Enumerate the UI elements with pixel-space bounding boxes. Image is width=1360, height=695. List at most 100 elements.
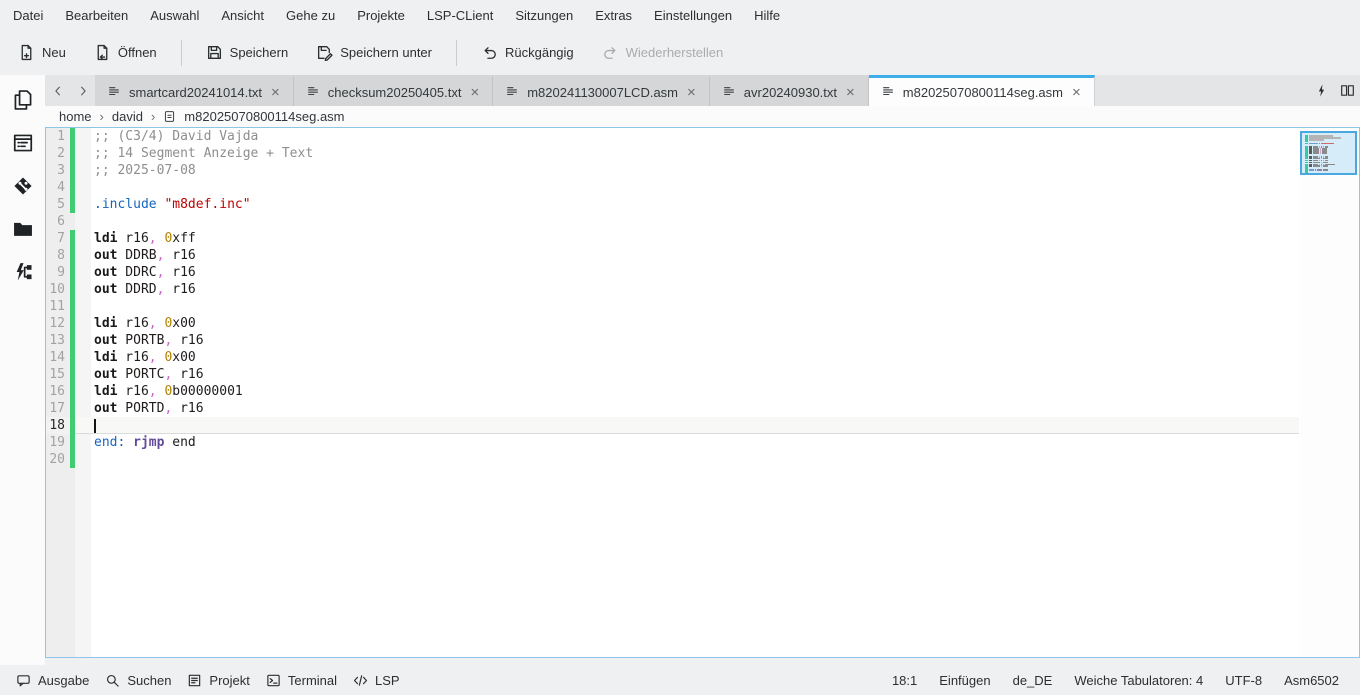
open-file-icon: [94, 44, 111, 61]
code-line-text[interactable]: out PORTD, r16: [91, 400, 1299, 417]
tab-m82025070800114seg.asm[interactable]: m82025070800114seg.asm×: [869, 75, 1095, 106]
code-line-text[interactable]: ;; 14 Segment Anzeige + Text: [91, 145, 1299, 162]
code-line-text[interactable]: out DDRB, r16: [91, 247, 1299, 264]
tab-avr20240930.txt[interactable]: avr20240930.txt×: [710, 75, 869, 106]
code-line-text[interactable]: ;; (C3/4) David Vajda: [91, 128, 1299, 145]
code-line-text[interactable]: out DDRD, r16: [91, 281, 1299, 298]
breadcrumb-filename[interactable]: m82025070800114seg.asm: [182, 109, 346, 124]
breadcrumb-segment-david[interactable]: david: [110, 109, 145, 124]
code-line-text[interactable]: ldi r16, 0x00: [91, 349, 1299, 366]
statusbar-encoding[interactable]: UTF-8: [1214, 669, 1273, 692]
tab-close-icon[interactable]: ×: [686, 85, 697, 100]
speichern-button[interactable]: Speichern: [196, 37, 299, 68]
code-line-15: 15out PORTC, r16: [46, 366, 1299, 383]
statusbar-syntax-mode[interactable]: Asm6502: [1273, 669, 1350, 692]
sidebar-tool-documents[interactable]: [8, 85, 38, 115]
tab-m820241130007LCD.asm[interactable]: m820241130007LCD.asm×: [493, 75, 710, 106]
code-line-text[interactable]: out DDRC, r16: [91, 264, 1299, 281]
statusbar-tab-mode[interactable]: Weiche Tabulatoren: 4: [1063, 669, 1214, 692]
speichern-unter-button[interactable]: Speichern unter: [306, 37, 442, 68]
statusbar-input-mode[interactable]: Einfügen: [928, 669, 1001, 692]
tab-close-icon[interactable]: ×: [1071, 85, 1082, 100]
code-token: r16: [117, 350, 148, 365]
statusbar-toggle-ausgabe[interactable]: Ausgabe: [8, 669, 97, 692]
statusbar-toggle-lsp[interactable]: LSP: [345, 669, 408, 692]
menu-item-einstellungen[interactable]: Einstellungen: [643, 3, 743, 28]
code-line-text[interactable]: out PORTB, r16: [91, 332, 1299, 349]
menu-item-sitzungen[interactable]: Sitzungen: [504, 3, 584, 28]
code-line-text[interactable]: ldi r16, 0x00: [91, 315, 1299, 332]
code-line-text[interactable]: ;; 2025-07-08: [91, 162, 1299, 179]
menu-item-bearbeiten[interactable]: Bearbeiten: [54, 3, 139, 28]
line-number: 2: [46, 145, 70, 162]
speichern-label: Speichern: [230, 45, 289, 60]
code-token: DDRB: [117, 248, 156, 263]
oeffnen-button[interactable]: Öffnen: [84, 37, 167, 68]
code-line-text[interactable]: [91, 298, 1299, 315]
tab-checksum20250405.txt[interactable]: checksum20250405.txt×: [294, 75, 493, 106]
minimap-scrollbar[interactable]: [1300, 128, 1359, 657]
code-line-text[interactable]: [91, 451, 1299, 468]
code-token: out: [94, 333, 117, 348]
fold-margin: [75, 417, 91, 434]
tab-smartcard20241014.txt[interactable]: smartcard20241014.txt ×: [95, 75, 294, 106]
tab-close-icon[interactable]: ×: [469, 85, 480, 100]
code-line-text[interactable]: ldi r16, 0b00000001: [91, 383, 1299, 400]
menu-item-ansicht[interactable]: Ansicht: [210, 3, 275, 28]
tab-nav-forward[interactable]: [70, 75, 95, 106]
sidebar-tool-outline[interactable]: [8, 128, 38, 158]
menu-item-auswahl[interactable]: Auswahl: [139, 3, 210, 28]
code-token: ;; (C3/4) David Vajda: [94, 129, 258, 144]
sidebar-tool-folder[interactable]: [8, 214, 38, 244]
menu-item-datei[interactable]: Datei: [2, 3, 54, 28]
code-line-text[interactable]: end: rjmp end: [91, 434, 1299, 451]
statusbar-cursor-position[interactable]: 18:1: [881, 669, 928, 692]
fold-margin: [75, 332, 91, 349]
line-number: 19: [46, 434, 70, 451]
line-number: 10: [46, 281, 70, 298]
fold-margin: [75, 434, 91, 451]
menu-item-lsp-client[interactable]: LSP-CLient: [416, 3, 504, 28]
tab-bar-spacer: [1095, 75, 1308, 106]
sidebar-tool-git[interactable]: [8, 171, 38, 201]
rueckgaengig-label: Rückgängig: [505, 45, 574, 60]
fold-margin: [75, 179, 91, 196]
tab-close-icon[interactable]: ×: [845, 85, 856, 100]
tab-nav-back[interactable]: [45, 75, 70, 106]
code-line-text[interactable]: out PORTC, r16: [91, 366, 1299, 383]
tab-doc-icon: [107, 84, 121, 98]
menu-item-extras[interactable]: Extras: [584, 3, 643, 28]
code-area[interactable]: 1 ;; (C3/4) David Vajda 2 ;; 14 Segment Anz…: [46, 128, 1299, 657]
sidebar-tool-symbols[interactable]: [8, 257, 38, 287]
documents-icon: [12, 89, 34, 111]
menu-item-hilfe[interactable]: Hilfe: [743, 3, 791, 28]
rueckgaengig-button[interactable]: Rückgängig: [471, 37, 584, 68]
code-line-text[interactable]: [91, 179, 1299, 196]
new-file-icon: [18, 44, 35, 61]
content-column: smartcard20241014.txt×checksum20250405.t…: [45, 75, 1360, 665]
statusbar-toggle-projekt[interactable]: Projekt: [179, 669, 257, 692]
fold-margin: [75, 383, 91, 400]
fold-margin: [75, 162, 91, 179]
code-line-12: 12ldi r16, 0x00: [46, 315, 1299, 332]
code-line-text[interactable]: [91, 417, 1299, 434]
code-line-text[interactable]: ldi r16, 0xff: [91, 230, 1299, 247]
tab-label: smartcard20241014.txt: [129, 85, 262, 100]
statusbar-toggle-suchen[interactable]: Suchen: [97, 669, 179, 692]
tabbar-action-bolt[interactable]: [1308, 75, 1334, 106]
neu-button[interactable]: Neu: [8, 37, 76, 68]
code-line-5: 5.include "m8def.inc": [46, 196, 1299, 213]
tabbar-action-split-view[interactable]: [1334, 75, 1360, 106]
minimap-line: [1305, 171, 1351, 173]
code-line-text[interactable]: [91, 213, 1299, 230]
line-number: 1: [46, 128, 70, 145]
code-token: r16: [164, 248, 195, 263]
menu-item-gehe-zu[interactable]: Gehe zu: [275, 3, 346, 28]
statusbar-toggle-terminal[interactable]: Terminal: [258, 669, 345, 692]
speech-bubble-icon: [16, 673, 31, 688]
menu-item-projekte[interactable]: Projekte: [346, 3, 416, 28]
statusbar-dictionary[interactable]: de_DE: [1002, 669, 1064, 692]
tab-close-icon[interactable]: ×: [270, 85, 281, 100]
code-line-text[interactable]: .include "m8def.inc": [91, 196, 1299, 213]
breadcrumb-segment-home[interactable]: home: [57, 109, 94, 124]
